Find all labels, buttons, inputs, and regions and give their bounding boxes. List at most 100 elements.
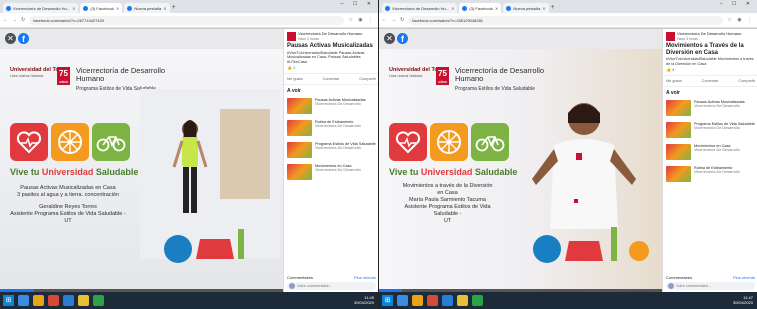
- windows-start-icon[interactable]: ⊞: [382, 295, 393, 306]
- video-thumbnail[interactable]: [666, 144, 691, 160]
- close-icon[interactable]: ✕: [5, 33, 16, 44]
- comments-sort-link[interactable]: Plus récents: [733, 275, 755, 280]
- video-caption: Pausas Activas Musicalizadas en Casa 3 p…: [10, 185, 126, 224]
- extensions-icon[interactable]: ☆ ◉ ⋮: [348, 17, 375, 23]
- video-player[interactable]: Universidad del Tolima Una nueva histori…: [0, 49, 283, 292]
- address-bar[interactable]: facebook.com/watch/?v=267714427420: [29, 15, 345, 25]
- post-description: #ViveTuUniversidadSaludable Pausas Activ…: [287, 50, 365, 64]
- new-tab-button[interactable]: +: [172, 3, 176, 13]
- reload-icon[interactable]: ↻: [400, 17, 404, 23]
- list-item[interactable]: Movimientos en Casa Vicerrectoría De Desa…: [663, 143, 757, 165]
- facebook-logo-icon[interactable]: f: [18, 33, 29, 44]
- post-title: Pausas Activas Musicalizadas: [287, 43, 373, 49]
- browser-tab[interactable]: Vicerrectoría de Desarrollo Hu... ✕: [3, 3, 79, 13]
- video-thumbnail[interactable]: [287, 98, 312, 114]
- page-name[interactable]: Vicerrectoría De Desarrollo Humano: [677, 31, 741, 37]
- app-icon[interactable]: [48, 295, 59, 306]
- like-button[interactable]: Me gusta: [666, 79, 682, 83]
- video-thumbnail[interactable]: [666, 122, 691, 138]
- app-icon[interactable]: [93, 295, 104, 306]
- post-time[interactable]: Hace 2 horas: [298, 37, 362, 41]
- right-screenshot: Vicerrectoría de Desarrollo Hu... ✕ (3) F…: [379, 0, 757, 309]
- viewer-top-bar: ✕ f: [379, 29, 662, 49]
- comment-input[interactable]: Votre commentaire...: [666, 282, 755, 290]
- list-item[interactable]: Programa Estilos de Vida Saludable Vicerr…: [284, 141, 378, 163]
- folder-icon[interactable]: [412, 295, 423, 306]
- video-thumbnail[interactable]: [287, 142, 312, 158]
- list-item[interactable]: Pausas Activas Musicalizadas Vicerrectorí…: [663, 99, 757, 121]
- close-tab-icon[interactable]: ✕: [495, 6, 498, 11]
- list-item[interactable]: Pausas Activas Musicalizadas Vicerrectorí…: [284, 97, 378, 119]
- new-tab-button[interactable]: +: [551, 3, 555, 13]
- chrome-icon[interactable]: [457, 295, 468, 306]
- video-player[interactable]: Universidad del Tolima Una nueva histori…: [379, 49, 662, 292]
- app-icon[interactable]: [472, 295, 483, 306]
- tab-strip: Vicerrectoría de Desarrollo Hu... ✕ (3) F…: [379, 0, 757, 13]
- list-item[interactable]: Programa Estilos de Vida Saludable Vicerr…: [663, 121, 757, 143]
- close-tab-icon[interactable]: ✕: [72, 6, 75, 11]
- comment-button[interactable]: Comentar: [702, 79, 719, 83]
- video-thumbnail[interactable]: [287, 164, 312, 180]
- forward-icon[interactable]: →: [391, 17, 396, 23]
- address-row: ← → ↻ facebook.com/watch/?v=267714427420…: [0, 13, 378, 27]
- system-clock[interactable]: 11:45 30/04/2020: [354, 295, 374, 305]
- windows-start-icon[interactable]: ⊞: [3, 295, 14, 306]
- post-actions: Me gusta Comentar Compartir: [663, 75, 757, 87]
- page-name[interactable]: Vicerrectoría De Desarrollo Humano: [298, 31, 362, 37]
- favicon-icon: [83, 5, 89, 11]
- window-controls[interactable]: – ☐ ✕: [720, 1, 754, 7]
- video-caption: Movimientos a través de la Diversión en …: [402, 183, 493, 224]
- post-time[interactable]: Hace 3 horas: [677, 37, 741, 41]
- folder-icon[interactable]: [33, 295, 44, 306]
- browser-tab[interactable]: Nueva pestaña ✕: [124, 3, 170, 13]
- explorer-icon[interactable]: [397, 295, 408, 306]
- post-header: Vicerrectoría De Desarrollo Humano Hace …: [284, 29, 378, 42]
- video-thumbnail[interactable]: [666, 166, 691, 182]
- video-thumbnail[interactable]: [287, 120, 312, 136]
- app-icon[interactable]: [427, 295, 438, 306]
- post-actions: Me gusta Comentar Compartir: [284, 73, 378, 85]
- list-item[interactable]: Rutina de Estiramiento Vicerrectoría De D…: [663, 165, 757, 187]
- back-icon[interactable]: ←: [382, 17, 387, 23]
- favicon-icon: [385, 5, 390, 11]
- facebook-logo-icon[interactable]: f: [397, 33, 408, 44]
- comments-sort-link[interactable]: Plus récents: [354, 275, 376, 280]
- share-button[interactable]: Compartir: [738, 79, 755, 83]
- browser-tab[interactable]: Vicerrectoría de Desarrollo Hu... ✕: [382, 3, 458, 13]
- browser-tab-active[interactable]: (3) Facebook ✕: [80, 3, 123, 13]
- list-item[interactable]: Rutina de Estiramiento Vicerrectoría De D…: [284, 119, 378, 141]
- comments-header: Commentaires Plus récents: [666, 275, 755, 280]
- sports-objects-decoration: [164, 229, 244, 263]
- reload-icon[interactable]: ↻: [21, 17, 25, 23]
- chrome-icon[interactable]: [78, 295, 89, 306]
- close-tab-icon[interactable]: ✕: [116, 6, 119, 11]
- word-icon[interactable]: [442, 295, 453, 306]
- comment-input[interactable]: Votre commentaire...: [287, 282, 376, 290]
- system-clock[interactable]: 11:47 30/04/2020: [733, 295, 753, 305]
- address-bar[interactable]: facebook.com/watch/?v=265129048281: [408, 15, 724, 25]
- share-button[interactable]: Compartir: [359, 77, 376, 81]
- page-avatar[interactable]: [287, 32, 296, 41]
- video-thumbnail[interactable]: [666, 100, 691, 116]
- page-avatar[interactable]: [666, 32, 675, 41]
- explorer-icon[interactable]: [18, 295, 29, 306]
- extensions-icon[interactable]: ☆ ◉ ⋮: [727, 17, 754, 23]
- comment-button[interactable]: Comentar: [323, 77, 340, 81]
- close-tab-icon[interactable]: ✕: [542, 6, 545, 11]
- close-icon[interactable]: ✕: [384, 33, 395, 44]
- post-sidebar: Vicerrectoría De Desarrollo Humano Hace …: [662, 29, 757, 292]
- browser-tab[interactable]: Nueva pestaña ✕: [503, 3, 549, 13]
- close-tab-icon[interactable]: ✕: [163, 6, 166, 11]
- word-icon[interactable]: [63, 295, 74, 306]
- window-controls[interactable]: – ☐ ✕: [341, 1, 375, 7]
- list-item[interactable]: Movimientos en Casa Vicerrectoría De Desa…: [284, 163, 378, 185]
- forward-icon[interactable]: →: [12, 17, 17, 23]
- close-tab-icon[interactable]: ✕: [451, 6, 454, 11]
- orange-slice-icon: [51, 123, 89, 161]
- sports-objects-decoration: [533, 227, 649, 263]
- back-icon[interactable]: ←: [3, 17, 8, 23]
- reaction-count[interactable]: 👍 2: [284, 64, 378, 71]
- browser-tab-active[interactable]: (3) Facebook ✕: [459, 3, 502, 13]
- reaction-count[interactable]: 👍 4: [663, 66, 757, 73]
- like-button[interactable]: Me gusta: [287, 77, 303, 81]
